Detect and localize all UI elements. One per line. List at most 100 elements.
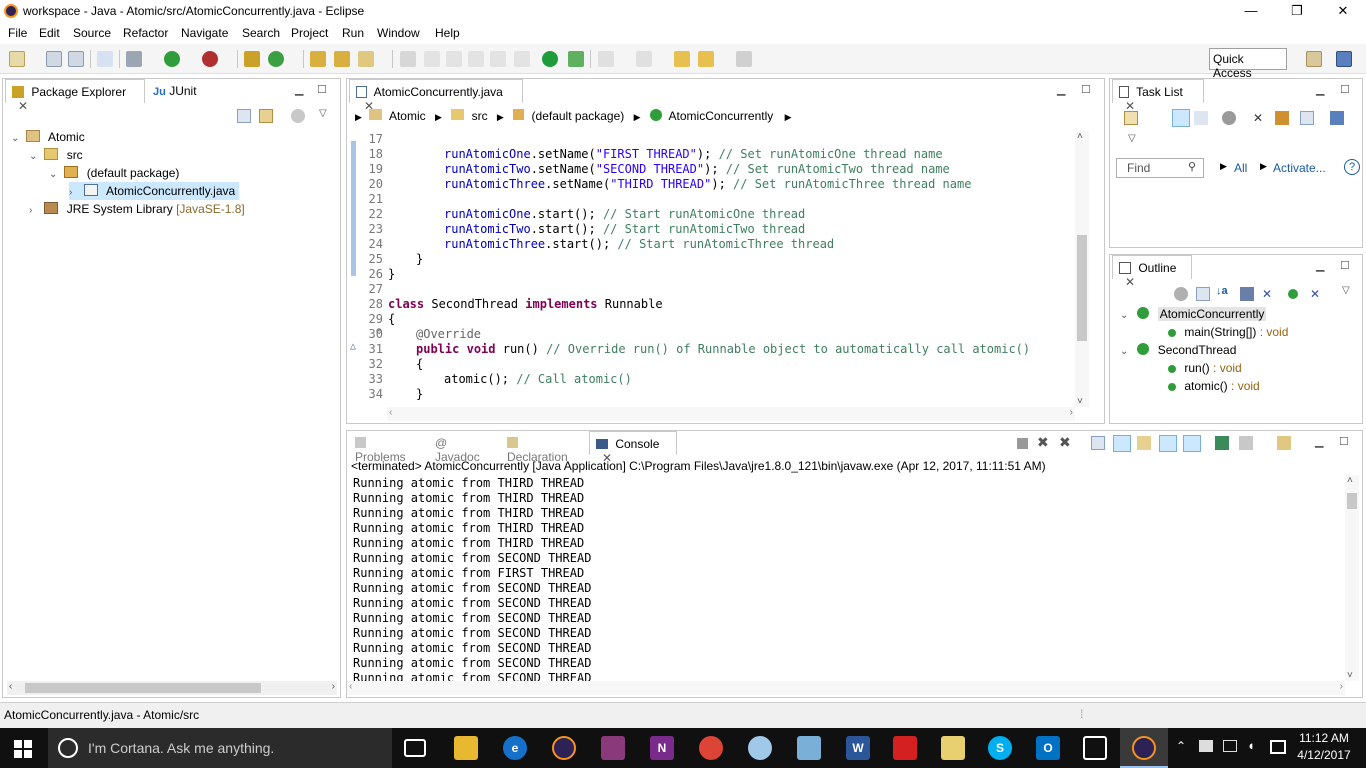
previous-annotation-icon[interactable]	[636, 51, 652, 67]
minimize-button[interactable]: —	[1228, 0, 1274, 22]
chrome-icon[interactable]	[699, 736, 723, 760]
restore-button[interactable]: ❐	[1274, 0, 1320, 22]
winrar-icon[interactable]	[601, 736, 625, 760]
maximize-icon[interactable]: ☐	[317, 83, 327, 96]
sync-icon[interactable]	[1275, 111, 1289, 125]
collapse-all-icon[interactable]	[1300, 111, 1314, 125]
outline-item-main[interactable]: main(String[]) : void	[1168, 323, 1288, 341]
remove-launch-icon[interactable]: ✖	[1037, 434, 1049, 451]
taskbar-date[interactable]: 4/12/2017	[1294, 748, 1354, 762]
scroll-right-icon[interactable]: ›	[1070, 407, 1073, 418]
scroll-lock-icon[interactable]	[1113, 435, 1131, 452]
chevron-down-icon[interactable]: ⌄	[49, 166, 61, 184]
horizontal-scrollbar[interactable]: ‹ ›	[7, 681, 337, 695]
remove-all-launches-icon[interactable]: ✖	[1059, 434, 1071, 451]
pilcrow-icon[interactable]	[514, 51, 530, 67]
volume-icon[interactable]: ◖	[1247, 738, 1255, 753]
hide-fields-icon[interactable]	[1240, 287, 1254, 301]
edge-icon[interactable]: e	[503, 736, 527, 760]
tab-declaration[interactable]: Declaration	[501, 431, 589, 464]
display-console-icon[interactable]	[1239, 436, 1253, 450]
run-icon[interactable]	[164, 51, 180, 67]
scheduled-icon[interactable]	[1194, 111, 1208, 125]
tree-src-folder[interactable]: ⌄ src	[29, 146, 83, 164]
task-repositories-icon[interactable]	[1330, 111, 1344, 125]
tree-file-atomicconcurrently[interactable]: › AtomicConcurrently.java	[69, 182, 240, 200]
menu-navigate[interactable]: Navigate	[181, 26, 228, 40]
filters-icon[interactable]	[291, 109, 305, 123]
pin-console-icon[interactable]	[1215, 436, 1229, 450]
collapse-all-icon[interactable]	[1196, 287, 1210, 301]
scroll-up-icon[interactable]: ˄	[1077, 131, 1083, 142]
menu-file[interactable]: File	[8, 26, 27, 40]
maximize-icon[interactable]: ☐	[1340, 259, 1350, 272]
breadcrumb-arrow-icon[interactable]: ▶	[785, 112, 792, 122]
app-icon[interactable]	[797, 736, 821, 760]
annotation-icon[interactable]	[400, 51, 416, 67]
breadcrumb-item[interactable]: Atomic	[389, 109, 426, 123]
scroll-left-icon[interactable]: ‹	[389, 407, 392, 418]
maximize-icon[interactable]: ☐	[1081, 83, 1091, 96]
tab-outline[interactable]: Outline ✕	[1112, 255, 1192, 289]
windows-start-icon[interactable]	[14, 740, 32, 758]
breadcrumb-item[interactable]: src	[472, 109, 488, 123]
tab-editor-file[interactable]: AtomicConcurrently.java ✕	[349, 79, 523, 113]
word-wrap-icon[interactable]	[1137, 436, 1151, 450]
quick-access-input[interactable]: Quick Access	[1209, 48, 1287, 80]
hide-local-types-icon[interactable]: ✕	[1310, 287, 1324, 301]
menu-help[interactable]: Help	[435, 26, 460, 40]
block-selection-icon[interactable]	[446, 51, 462, 67]
close-icon[interactable]: ✕	[1125, 275, 1135, 289]
chevron-down-icon[interactable]: ⌄	[1120, 307, 1132, 325]
save-all-icon[interactable]	[68, 51, 84, 67]
save-icon[interactable]	[46, 51, 62, 67]
folder-icon[interactable]	[941, 736, 965, 760]
minimize-icon[interactable]: ▁	[295, 83, 303, 96]
scrollbar-thumb[interactable]	[1077, 235, 1087, 341]
java-perspective-icon[interactable]	[1336, 51, 1352, 67]
open-type-icon[interactable]	[310, 51, 326, 67]
new-class-icon[interactable]	[268, 51, 284, 67]
scrollbar-thumb[interactable]	[25, 683, 261, 693]
outline-item-atomic[interactable]: atomic() : void	[1168, 377, 1260, 395]
open-perspective-icon[interactable]	[1306, 51, 1322, 67]
back-icon[interactable]	[698, 51, 714, 67]
tab-package-explorer[interactable]: Package Explorer ✕	[5, 79, 145, 113]
coverage-icon[interactable]	[202, 51, 218, 67]
editor-vertical-scrollbar[interactable]: ˄ ˅	[1075, 131, 1089, 407]
help-icon[interactable]: ?	[1344, 159, 1360, 175]
eclipse-taskbar-icon[interactable]	[552, 736, 576, 760]
minimize-icon[interactable]: ▁	[1315, 435, 1323, 448]
activate-link[interactable]: Activate...	[1273, 161, 1326, 175]
skip-breakpoints-icon[interactable]	[97, 51, 113, 67]
paint-icon[interactable]	[748, 736, 772, 760]
network-icon[interactable]	[1223, 740, 1237, 752]
cortana-search-box[interactable]: I'm Cortana. Ask me anything.	[48, 728, 392, 768]
code-area[interactable]: 17 18 19 20 21 22 23 24 25 26 27 28 29 3…	[347, 127, 1075, 407]
word-icon[interactable]: W	[846, 736, 870, 760]
maximize-icon[interactable]: ☐	[1340, 83, 1350, 96]
show-on-output-icon[interactable]	[1159, 435, 1177, 452]
link-with-editor-icon[interactable]	[259, 109, 273, 123]
onenote-icon[interactable]: N	[650, 736, 674, 760]
menu-refactor[interactable]: Refactor	[123, 26, 168, 40]
breakpoint-icon[interactable]	[542, 51, 558, 67]
last-edit-icon[interactable]	[674, 51, 690, 67]
word-wrap-icon[interactable]	[468, 51, 484, 67]
debug-icon[interactable]	[126, 51, 142, 67]
menu-window[interactable]: Window	[377, 26, 420, 40]
minimize-icon[interactable]: ▁	[1316, 259, 1324, 272]
hide-static-icon[interactable]: ✕	[1262, 287, 1276, 301]
outlook-icon[interactable]: O	[1036, 736, 1060, 760]
skype-icon[interactable]: S	[988, 736, 1012, 760]
scrollbar-thumb[interactable]	[1347, 493, 1357, 509]
mark-occurrences-icon[interactable]	[424, 51, 440, 67]
categorized-icon[interactable]	[1172, 109, 1190, 127]
breadcrumb-arrow-icon[interactable]: ▶	[634, 112, 641, 122]
minimize-icon[interactable]: ▁	[1057, 83, 1065, 96]
terminate-icon[interactable]	[1017, 438, 1028, 449]
editor-horizontal-scrollbar[interactable]: ‹ ›	[387, 407, 1075, 421]
task-view-icon[interactable]	[404, 739, 426, 757]
minimize-icon[interactable]: ▁	[1316, 83, 1324, 96]
next-annotation-icon[interactable]	[598, 51, 614, 67]
